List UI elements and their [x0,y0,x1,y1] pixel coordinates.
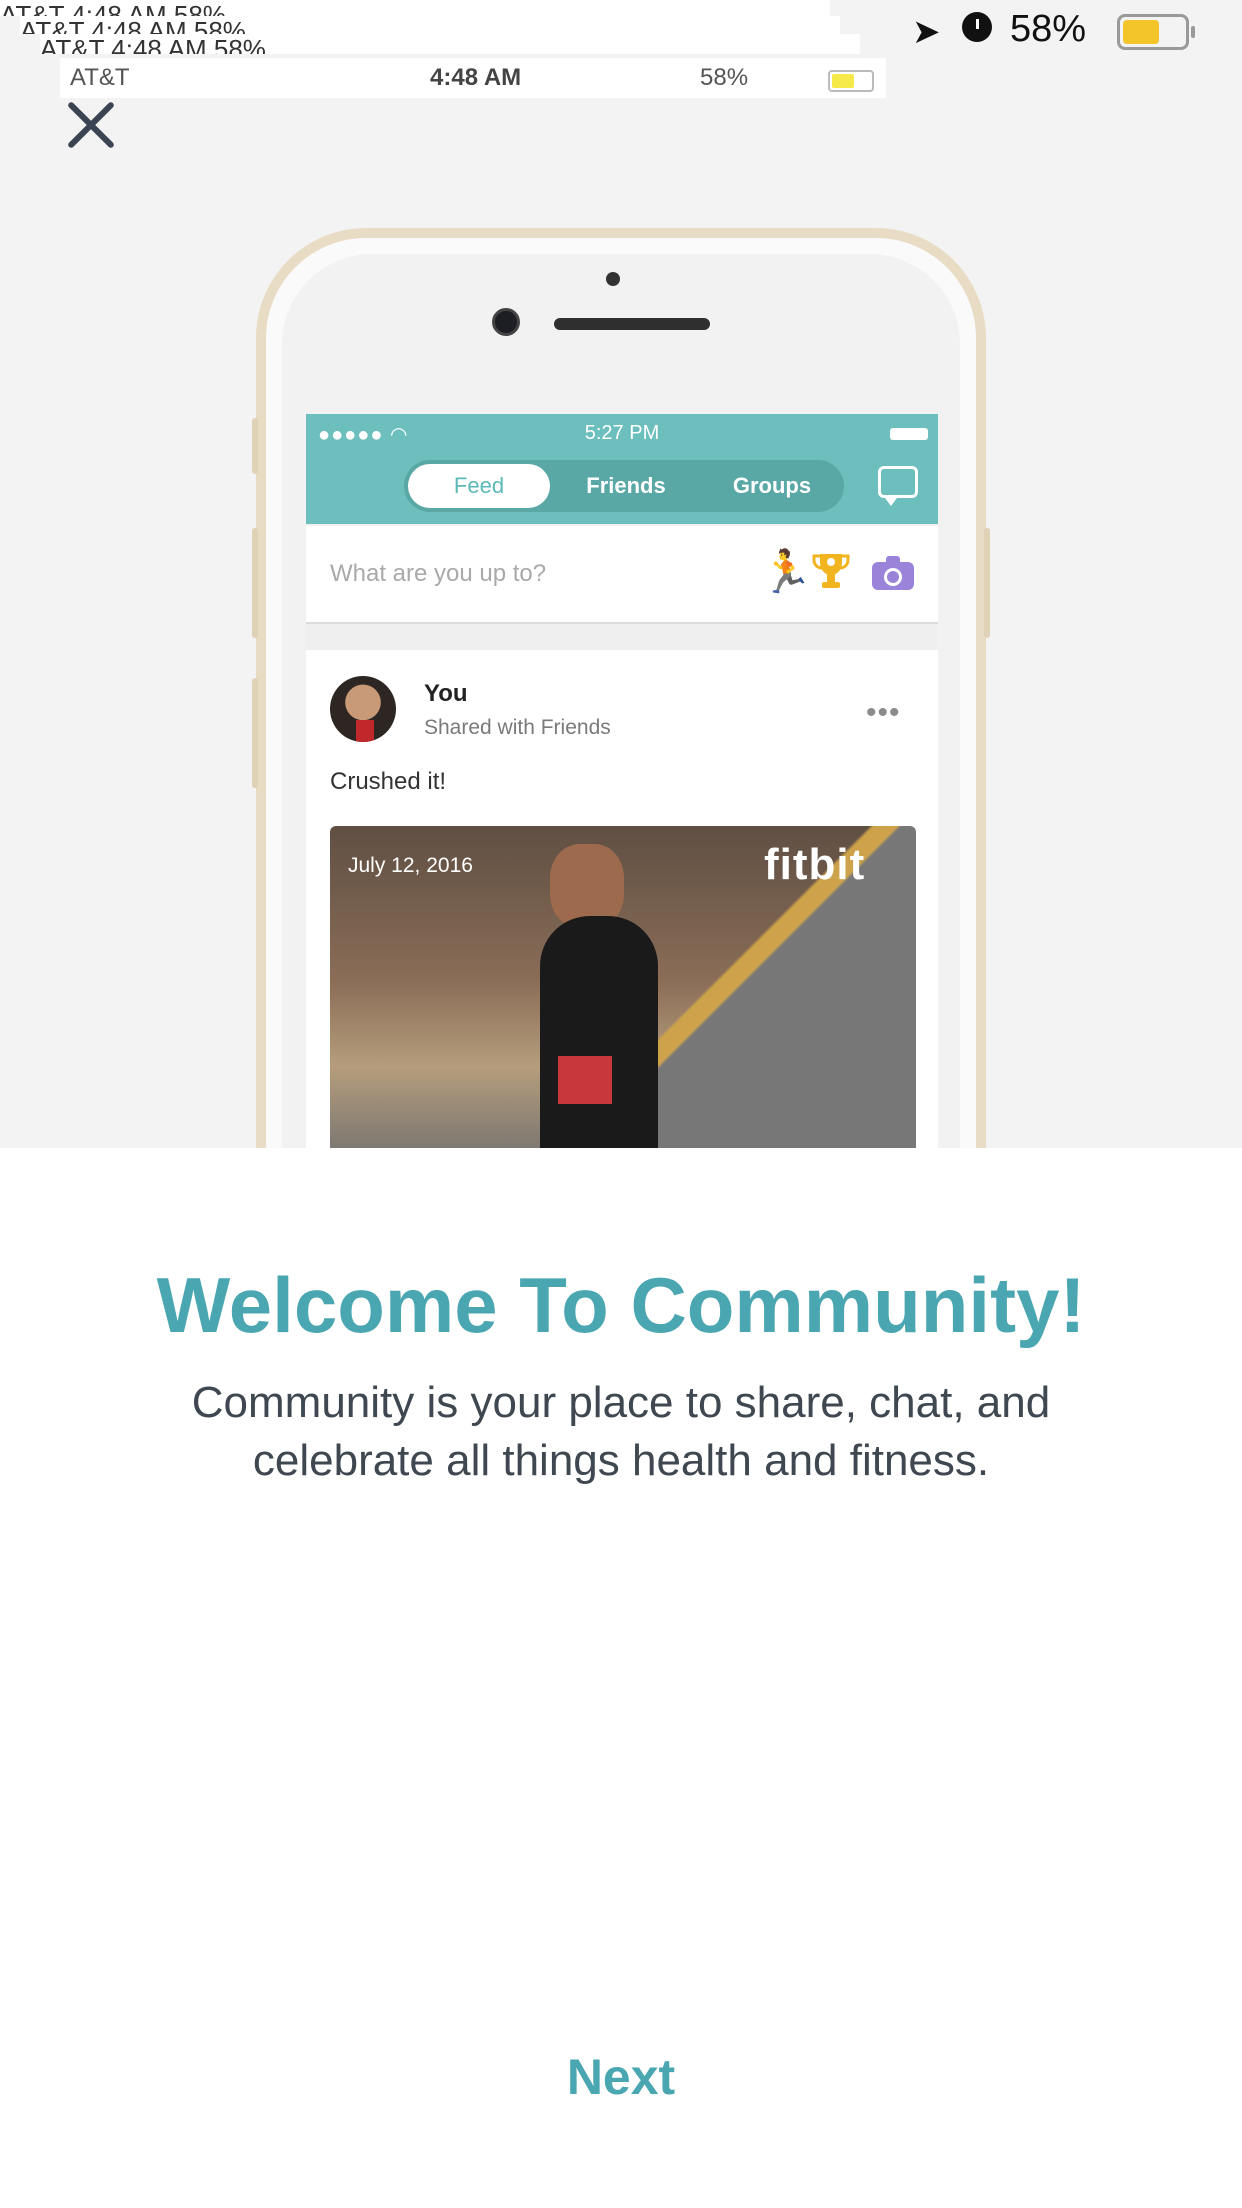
phone-side-button [252,418,258,474]
phone-side-button [252,678,258,788]
more-options-icon: ••• [866,696,901,729]
system-status-right: ➤ 58% [912,0,1242,60]
post-visibility: Shared with Friends [424,716,611,739]
status-bar-glitch-1: AT&T 4:48 AM 58% [0,0,830,16]
trophy-icon [812,554,850,588]
welcome-title: Welcome To Community! [156,1261,1086,1349]
tab-groups: Groups [732,473,812,498]
post-photo: July 12, 2016 fitbit [330,826,916,1148]
feed-post-card: You Shared with Friends ••• Crushed it! … [306,650,938,1148]
avatar [330,676,396,742]
tab-friends: Friends [586,473,666,498]
location-arrow-icon: ➤ [912,13,941,51]
runner-body [540,916,658,1148]
next-button[interactable]: Next [0,2048,1242,2106]
camera-icon [872,556,914,590]
battery-icon [890,428,928,440]
community-tabs: Feed Friends Groups [404,460,844,512]
carrier-label: AT&T [70,64,130,91]
status-bar-glitch-3: AT&T 4:48 AM 58% [40,34,860,54]
running-icon: 🏃 [760,548,813,595]
battery-icon [1117,14,1195,50]
status-glitch-text: AT&T 4:48 AM 58% [40,34,266,54]
alarm-icon [962,12,992,42]
status-bar-glitch-2: AT&T 4:48 AM 58% [20,16,840,34]
photo-date: July 12, 2016 [348,854,473,877]
status-right-text: 58% [700,64,749,91]
status-time: 4:48 AM [430,64,522,91]
close-button[interactable] [58,90,128,160]
status-glitch-text: AT&T 4:48 AM 58% [0,0,226,16]
front-camera [492,308,520,336]
battery-icon [828,70,874,92]
race-bib [558,1056,612,1104]
app-screen-preview: ●●●●● ◠ 5:27 PM Feed Friends Groups What… [306,414,938,1148]
phone-sensor [606,272,620,286]
phone-speaker [554,318,710,330]
phone-power-button [984,528,990,638]
app-header: ●●●●● ◠ 5:27 PM Feed Friends Groups [306,414,938,524]
fitbit-logo: fitbit [764,840,866,889]
phone-side-button [252,528,258,638]
post-author: You [424,680,468,707]
compose-bar: What are you up to? 🏃 [306,526,938,624]
post-caption: Crushed it! [330,768,447,795]
app-status-time: 5:27 PM [584,422,660,444]
status-bar-secondary: AT&T 4:48 AM 58% [60,58,886,98]
status-glitch-text: AT&T 4:48 AM 58% [20,16,246,34]
welcome-description: Community is your place to share, chat, … [191,1378,1051,1485]
app-status-bar: ●●●●● ◠ 5:27 PM [306,420,938,448]
compose-placeholder: What are you up to? [330,560,547,587]
chat-bubble-icon [878,466,918,506]
tab-feed: Feed [408,464,550,508]
hero-illustration: AT&T 4:48 AM 58% AT&T 4:48 AM 58% AT&T 4… [0,0,1242,1148]
battery-percent: 58% [1010,8,1087,50]
